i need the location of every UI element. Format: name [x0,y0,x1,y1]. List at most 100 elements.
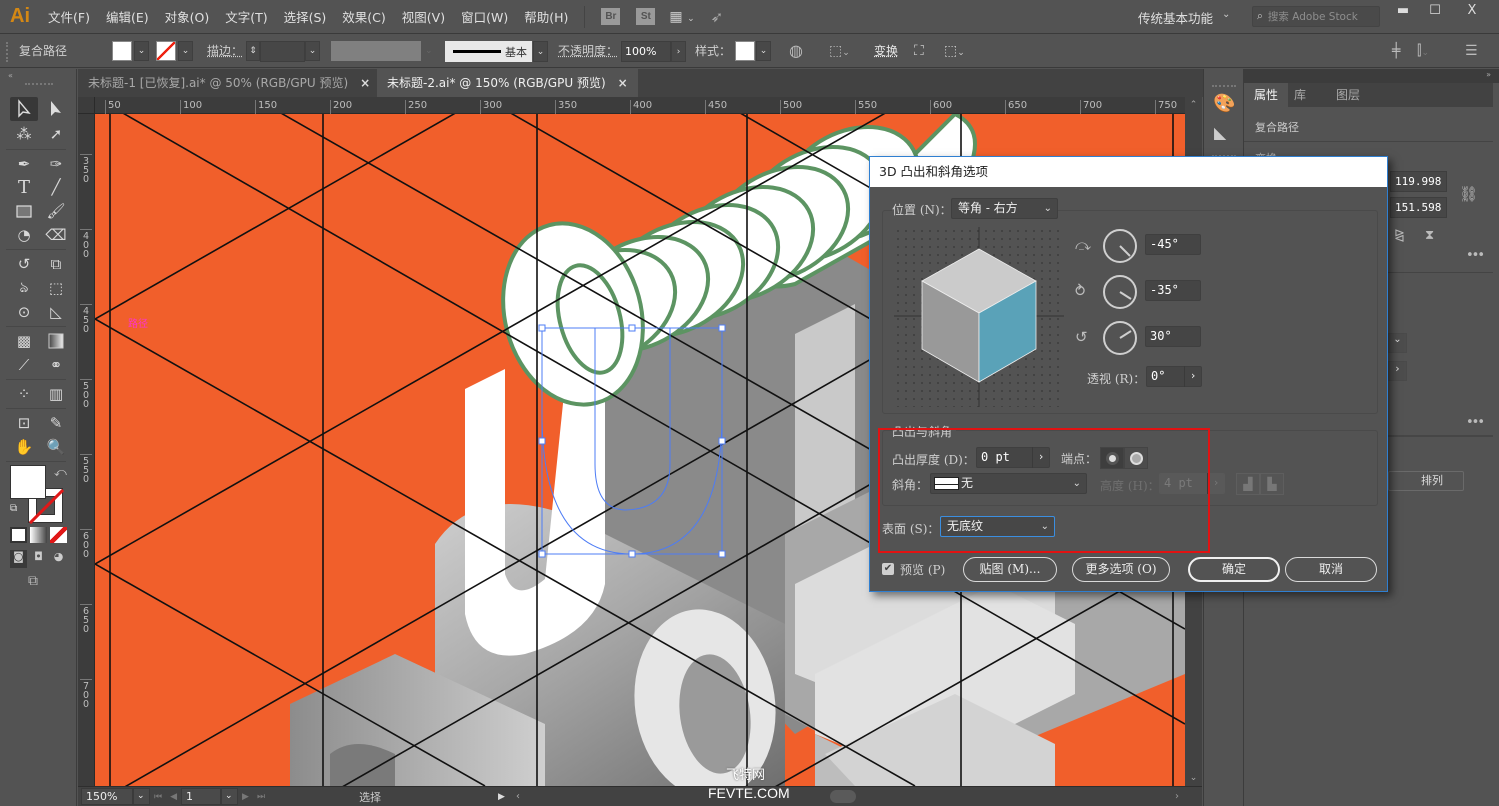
menu-select[interactable]: 选择(S) [276,7,335,26]
more-options-icon[interactable]: ••• [1466,248,1485,263]
height-input[interactable]: 151.598 [1390,197,1447,218]
gpu-performance-icon[interactable]: ➶ [711,8,724,26]
chevron-down-icon[interactable]: ⌄ [1388,333,1407,353]
drag-handle[interactable] [1212,85,1236,87]
tab-document-2[interactable]: 未标题-2.ai* @ 150% (RGB/GPU 预览) × [377,69,638,97]
rotate-x-dial[interactable] [1102,228,1138,264]
gradient-button[interactable] [30,527,47,543]
arrange-documents-icon[interactable]: ▦ ⌄ [669,9,694,25]
graphic-style-swatch[interactable] [735,41,755,61]
ok-button[interactable]: 确定 [1188,557,1280,582]
chevron-down-icon[interactable]: ⌄ [1222,9,1230,20]
status-menu-icon[interactable]: ▶ [498,792,505,802]
resize-handle[interactable] [538,324,546,332]
tab-properties[interactable]: 属性 [1244,83,1289,107]
surface-select[interactable]: 无底纹 ⌄ [940,516,1055,537]
stock-search-input[interactable]: ⌕ 搜索 Adobe Stock [1252,6,1380,27]
workspace-switcher[interactable]: 传统基本功能 [1138,8,1213,27]
rotate-y-input[interactable]: -35° [1145,280,1201,301]
stroke-weight-field[interactable]: ⇕ ⌄ [246,41,320,62]
prev-artboard-icon[interactable]: ◀ [166,792,181,802]
artboard-number-input[interactable]: 1 [181,788,222,805]
chevron-down-icon[interactable]: ⌄ [533,41,548,62]
select-similar-icon[interactable]: ⬚⌄ [944,41,965,62]
menu-view[interactable]: 视图(V) [394,7,453,26]
gradient-tool[interactable] [42,329,70,353]
perspective-input[interactable]: 0° › [1146,366,1202,387]
bridge-button[interactable]: Br [601,8,621,25]
swap-colors-icon[interactable]: ⤺ [54,465,67,480]
minimize-button[interactable]: ▬ [1386,3,1420,21]
fill-swatch[interactable] [112,41,132,61]
column-graph-tool[interactable]: ▥ [42,382,70,406]
zoom-level-input[interactable]: 150% [81,788,133,805]
panel-menu-icon[interactable]: ☰ [1465,41,1478,62]
rotate-x-input[interactable]: -45° [1145,234,1201,255]
scroll-down-icon[interactable]: ⌄ [1185,770,1202,786]
next-artboard-icon[interactable]: ▶ [238,792,253,802]
artboard-tool[interactable]: ⊡ [10,411,38,435]
line-tool[interactable]: ╱ [42,175,70,199]
width-input[interactable]: 119.998 [1390,171,1447,192]
warp-tool[interactable]: ঌ [10,276,38,300]
menu-help[interactable]: 帮助(H) [516,7,576,26]
isolate-icon[interactable]: ⛶ [914,41,924,62]
position-select[interactable]: 等角 - 右方 ⌄ [951,198,1058,219]
3d-rotation-cube[interactable] [894,227,1064,407]
eraser-tool[interactable]: ⌫ [42,223,70,247]
flip-vertical-icon[interactable]: ⧗ [1425,228,1434,243]
none-button[interactable] [50,527,67,543]
drag-handle[interactable] [6,42,9,62]
menu-edit[interactable]: 编辑(E) [98,7,157,26]
menu-effect[interactable]: 效果(C) [334,7,393,26]
free-transform-tool[interactable]: ⬚ [42,276,70,300]
cap-off-button[interactable] [1124,447,1148,469]
bevel-select[interactable]: 无 ⌄ [930,473,1087,494]
type-tool[interactable]: T [10,175,38,199]
blend-tool[interactable]: ⚭ [42,353,70,377]
resize-handle[interactable] [718,324,726,332]
resize-handle[interactable] [628,324,636,332]
menu-type[interactable]: 文字(T) [217,7,275,26]
mesh-tool[interactable]: ▩ [10,329,38,353]
maximize-button[interactable]: ☐ [1418,3,1452,21]
rotate-z-input[interactable]: 30° [1145,326,1201,347]
menu-object[interactable]: 对象(O) [157,7,218,26]
drag-handle[interactable] [25,83,53,86]
default-colors-icon[interactable]: ⧉ [10,503,17,514]
close-tab-icon[interactable]: × [360,76,370,90]
arrange-button[interactable]: 排列 [1388,471,1464,491]
shaper-tool[interactable]: ◔ [10,223,38,247]
menu-file[interactable]: 文件(F) [40,7,98,26]
horizontal-scroll-thumb[interactable] [830,790,856,803]
variable-width-profile[interactable] [331,41,421,61]
rotate-z-dial[interactable] [1102,320,1138,356]
stroke-control[interactable]: ⌄ [156,41,193,62]
stroke-none-swatch[interactable] [156,41,176,61]
cancel-button[interactable]: 取消 [1285,557,1377,582]
color-button[interactable] [10,527,27,543]
eyedropper-tool[interactable]: ⟋ [10,353,38,377]
dialog-title[interactable]: 3D 凸出和斜角选项 [870,157,1387,187]
flip-horizontal-icon[interactable]: ⧎ [1394,228,1405,243]
perspective-grid-tool[interactable]: ◺ [42,300,70,324]
more-options-icon[interactable]: ••• [1466,415,1485,430]
chevron-down-icon[interactable]: ⌄ [221,788,239,805]
resize-handle[interactable] [538,437,546,445]
align-to-icon[interactable]: ⬚⌄ [829,41,850,62]
horizontal-ruler[interactable]: 50 100 150 200 250 300 350 400 450 500 550 600 650 70… [95,97,1185,114]
tab-layers[interactable]: 图层 [1326,83,1370,107]
preview-checkbox[interactable]: ✔ [882,563,894,575]
chevron-down-icon[interactable]: ⌄ [133,788,150,805]
scroll-up-icon[interactable]: ⌃ [1185,97,1202,113]
opacity-label[interactable]: 不透明度： [558,41,618,62]
color-guide-icon[interactable]: ◣ [1214,123,1226,142]
draw-inside-icon[interactable]: ◕ [50,550,67,568]
collapse-icon[interactable]: « [8,71,13,80]
draw-normal-icon[interactable]: ◙ [10,550,27,568]
chevron-down-icon[interactable]: ⌄ [305,41,320,61]
screen-mode-icon[interactable]: ⧉ [28,573,38,589]
zoom-tool[interactable]: 🔍 [42,435,70,459]
chevron-down-icon[interactable]: ⌄ [134,41,149,61]
shape-builder-tool[interactable]: ⊙ [10,300,38,324]
